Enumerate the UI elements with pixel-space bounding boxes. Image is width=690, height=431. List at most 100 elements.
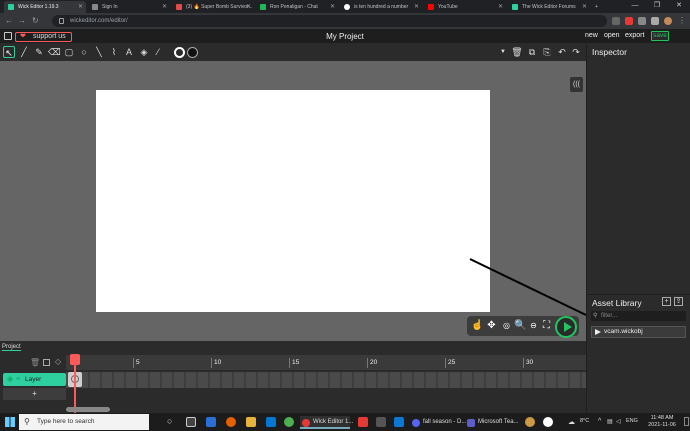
new-menu-item[interactable]: new [585,32,598,39]
asset-item[interactable]: vcam.wickobj [591,326,686,338]
tab-super-bomb[interactable]: (3) 🔥 Super Bomb Survivor... ✕ [172,1,254,13]
pan-icon[interactable]: ✥ [486,320,497,331]
tab-chat[interactable]: Ron Penaligan - Chat ✕ [256,1,338,13]
forward-arrow-icon[interactable]: → [18,15,26,26]
close-tab-icon[interactable]: ✕ [330,1,335,13]
stage-canvas[interactable] [96,90,490,312]
close-window-button[interactable]: ✕ [668,0,690,13]
gesture-icon[interactable]: ☝ [471,320,483,331]
eyedropper-icon[interactable]: ⁄ [152,46,164,58]
tab-youtube[interactable]: YouTube ✕ [424,1,506,13]
zoom-in-icon[interactable]: 🔍 [514,320,526,331]
pencil-tool-icon[interactable]: ✎ [33,46,45,58]
eraser-tool-icon[interactable]: ⌫ [48,46,61,58]
paste-icon[interactable]: ⎘ [541,46,553,58]
tab-wick-editor[interactable]: Wick Editor 1.19.3 ✕ [4,1,86,13]
lock-layer-icon[interactable]: ≡ [16,373,20,386]
app-icon[interactable] [358,417,368,427]
extension-icon[interactable] [612,17,620,25]
edge-icon[interactable] [206,417,216,427]
frame-ruler[interactable]: 5 10 15 20 25 30 [66,355,586,370]
firefox-icon[interactable] [226,417,236,427]
fill-bucket-icon[interactable]: ◈ [138,46,150,58]
path-tool-icon[interactable]: ⌇ [108,46,120,58]
collapse-panel-button[interactable]: ((( [570,77,583,92]
taskbar-clock[interactable]: 11:48 AM 2021-11-06 [640,415,684,429]
network-icon[interactable]: ▤ [607,418,613,425]
close-tab-icon[interactable]: ✕ [582,1,587,13]
line-tool-icon[interactable]: ╲ [93,46,105,58]
new-tab-button[interactable]: + [592,1,604,13]
eye-icon[interactable]: ◉ [7,373,13,386]
close-tab-icon[interactable]: ✕ [246,1,251,13]
undo-icon[interactable]: ↶ [556,46,568,58]
language-indicator[interactable]: ENG [626,418,638,424]
taskbar-search[interactable]: ⚲ Type here to search [19,414,149,430]
text-tool-icon[interactable]: A [123,46,135,58]
cortana-icon[interactable]: ○ [167,416,172,426]
close-tab-icon[interactable]: ✕ [162,1,167,13]
temperature[interactable]: 8°C [580,418,589,424]
cursor-tool-icon[interactable]: ↖ [3,46,15,58]
open-menu-item[interactable]: open [604,32,620,39]
tab-search[interactable]: is ten hundred a number ✕ [340,1,422,13]
maximize-button[interactable]: ❐ [646,0,668,13]
profile-avatar[interactable] [664,17,672,25]
tab-sign-in[interactable]: Sign In ✕ [88,1,170,13]
project-tab[interactable]: Project [2,344,21,351]
layer-options-icon[interactable] [43,359,50,366]
fill-color-swatch[interactable] [187,47,198,58]
copy-icon[interactable]: ⧉ [526,46,538,58]
volume-icon[interactable]: ◁ [616,418,621,425]
delete-icon[interactable]: 🗑 [511,46,523,58]
fit-screen-icon[interactable]: ⛶ [541,320,552,331]
task-view-icon[interactable] [186,417,196,427]
back-arrow-icon[interactable]: ← [5,15,13,26]
playhead-handle[interactable] [70,354,80,365]
close-tab-icon[interactable]: ✕ [78,1,83,13]
browser-menu-icon[interactable]: ⋮ [678,15,686,26]
timeline-scrollbar[interactable] [66,407,110,412]
zoom-out-icon[interactable]: ⊖ [528,320,539,331]
extension-icon[interactable] [625,17,633,25]
weather-icon[interactable]: ☁ [568,418,575,426]
url-field[interactable]: wickeditor.com/editor/ [52,15,607,27]
notifications-icon[interactable] [684,417,689,426]
canvas-area[interactable]: ((( ☝ ✥ ◎ 🔍 ⊖ ⛶ [0,61,587,341]
brush-tool-icon[interactable]: ╱ [18,46,30,58]
reload-icon[interactable]: ↻ [32,15,39,26]
file-explorer-icon[interactable] [246,417,256,427]
store-icon[interactable] [266,417,276,427]
add-layer-button[interactable]: + [3,388,66,400]
stroke-color-swatch[interactable] [174,47,185,58]
extension-icon[interactable] [651,17,659,25]
app-icon[interactable] [543,417,553,427]
more-options-icon[interactable]: ▼ [497,46,509,58]
redo-icon[interactable]: ↷ [570,46,582,58]
windows-start-icon[interactable] [5,417,15,427]
close-tab-icon[interactable]: ✕ [414,1,419,13]
recenter-icon[interactable]: ◎ [501,320,512,331]
add-asset-icon[interactable]: + [662,297,671,306]
delete-layer-icon[interactable]: 🗑 [30,358,40,367]
ellipse-tool-icon[interactable]: ○ [78,46,90,58]
app-icon[interactable] [525,417,535,427]
app-icon[interactable] [376,417,386,427]
tray-chevron-icon[interactable]: ^ [598,418,601,425]
asset-filter-input[interactable]: ⚲ filter... [591,311,686,321]
chrome-icon[interactable] [284,417,294,427]
export-menu-item[interactable]: export [625,32,644,39]
play-button[interactable] [555,316,577,338]
save-button[interactable]: save [651,31,669,41]
taskbar-app-teams[interactable]: Microsoft Tea... [465,416,519,429]
taskbar-app-discord[interactable]: fall season - D... [410,416,466,429]
app-icon[interactable] [394,417,404,427]
close-tab-icon[interactable]: ✕ [498,1,503,13]
tab-wick-forums[interactable]: The Wick Editor Forums ✕ [508,1,590,13]
import-asset-icon[interactable]: ⇪ [674,297,683,306]
layer-row[interactable]: ◉ ≡ Layer [3,373,66,386]
taskbar-app-wick[interactable]: Wick Editor 1... [300,416,353,429]
rectangle-tool-icon[interactable]: ▢ [63,46,75,58]
diamond-icon[interactable]: ◇ [55,357,61,366]
extension-icon[interactable] [638,17,646,25]
